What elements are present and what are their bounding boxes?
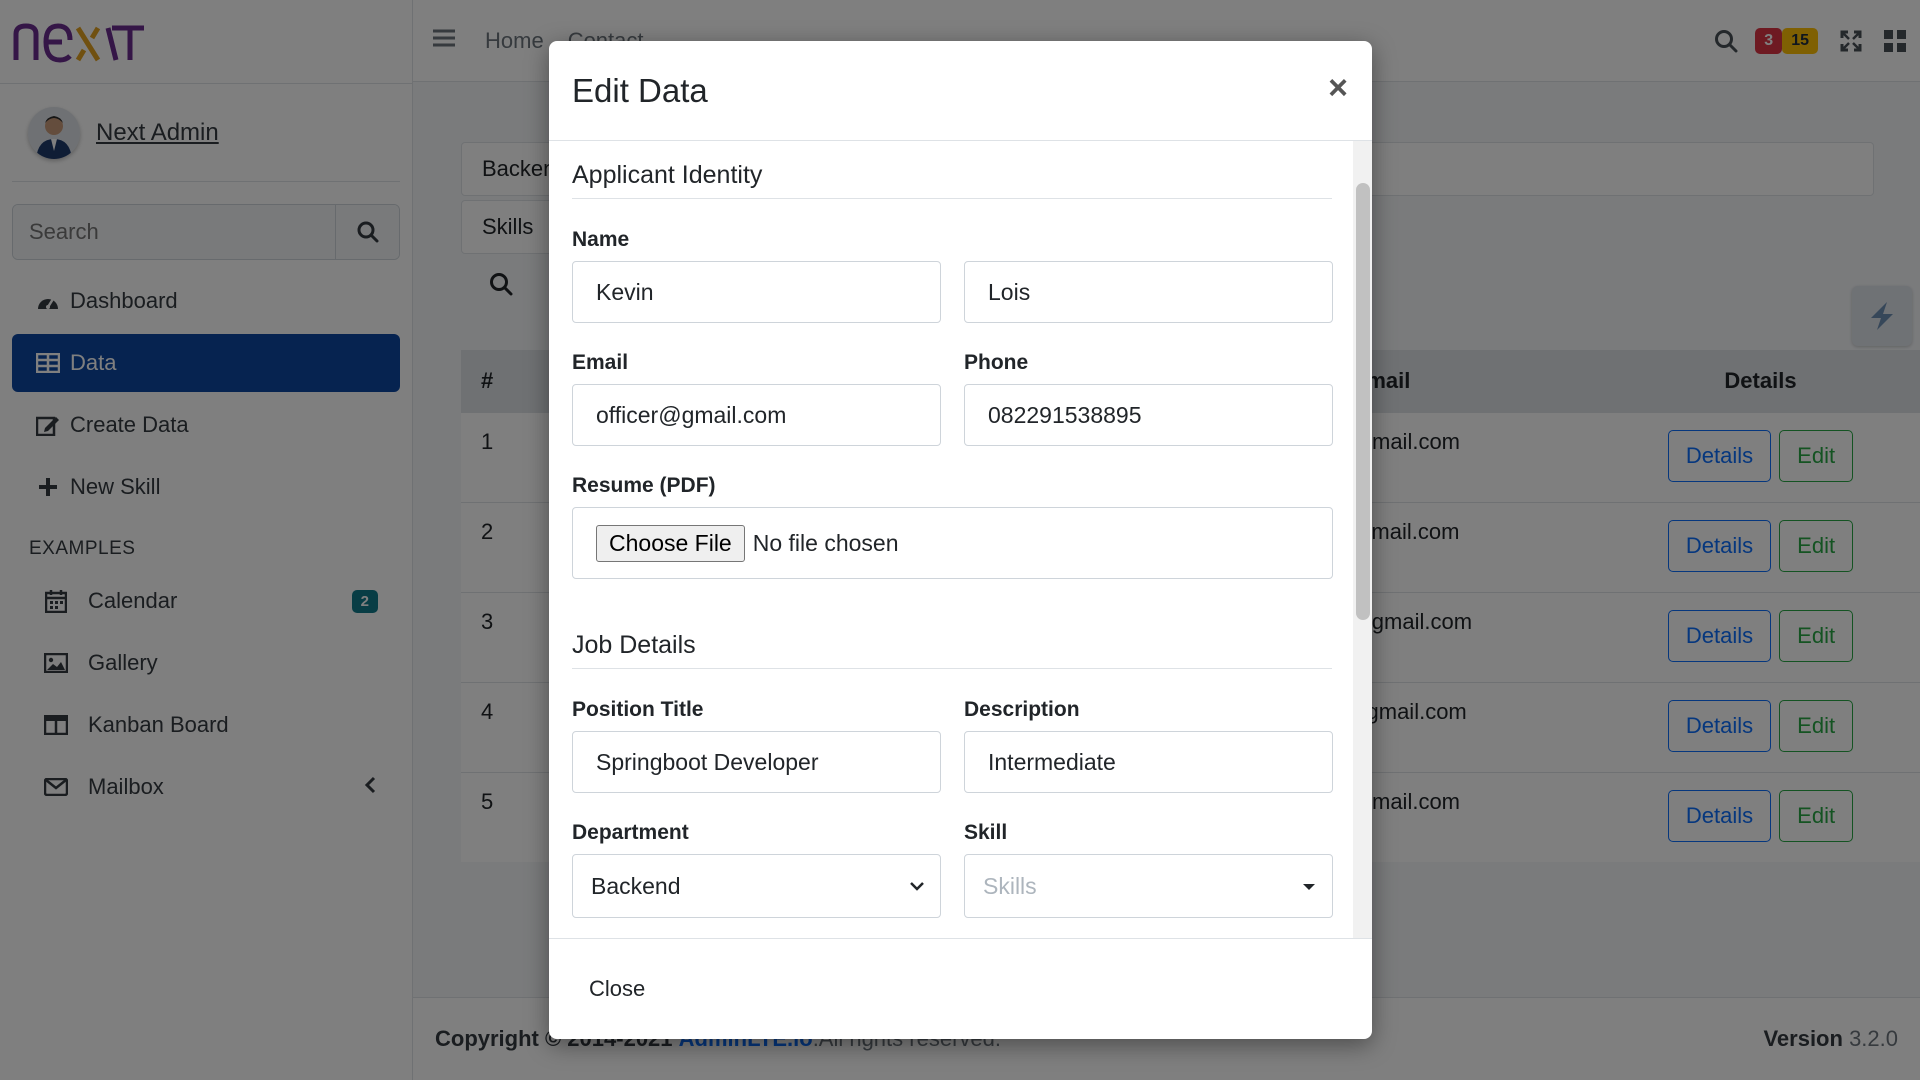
first-name-value: Kevin	[596, 278, 654, 305]
name-label: Name	[572, 228, 630, 251]
last-name-value: Lois	[988, 278, 1031, 305]
section-applicant-identity: Applicant Identity	[572, 161, 1332, 199]
email-label: Email	[572, 351, 629, 374]
department-select[interactable]: Backend	[572, 854, 941, 918]
phone-field[interactable]: 082291538895	[964, 384, 1333, 446]
skill-placeholder: Skills	[983, 872, 1037, 899]
description-label: Description	[964, 698, 1080, 721]
modal-scrollbar-thumb[interactable]	[1356, 183, 1370, 620]
caret-down-icon	[1300, 873, 1318, 907]
phone-value: 082291538895	[988, 401, 1142, 428]
edit-data-modal: Edit Data × Applicant Identity Name Kevi…	[549, 41, 1372, 1039]
phone-label: Phone	[964, 351, 1029, 374]
description-value: Intermediate	[988, 748, 1116, 775]
resume-file-input[interactable]: Choose File No file chosen	[572, 507, 1333, 579]
department-value: Backend	[591, 872, 681, 899]
last-name-field[interactable]: Lois	[964, 261, 1333, 323]
skill-select[interactable]: Skills	[964, 854, 1333, 918]
position-title-field[interactable]: Springboot Developer	[572, 731, 941, 793]
description-field[interactable]: Intermediate	[964, 731, 1333, 793]
resume-label: Resume (PDF)	[572, 474, 716, 497]
position-title-value: Springboot Developer	[596, 748, 819, 775]
choose-file-button[interactable]: Choose File	[596, 524, 745, 562]
modal-title: Edit Data	[572, 71, 708, 109]
first-name-field[interactable]: Kevin	[572, 261, 941, 323]
position-title-label: Position Title	[572, 698, 704, 721]
email-field[interactable]: officer@gmail.com	[572, 384, 941, 446]
modal-body[interactable]: Applicant Identity Name Kevin Lois Email…	[549, 141, 1372, 938]
section-job-details: Job Details	[572, 631, 1332, 669]
no-file-text: No file chosen	[752, 529, 899, 556]
email-value: officer@gmail.com	[596, 401, 787, 428]
chevron-down-icon	[908, 873, 926, 907]
modal-footer: Close	[549, 938, 1372, 1039]
close-icon[interactable]: ×	[1328, 71, 1348, 105]
close-button[interactable]: Close	[589, 976, 645, 1002]
department-label: Department	[572, 821, 689, 844]
skill-label: Skill	[964, 821, 1008, 844]
modal-header: Edit Data ×	[549, 41, 1372, 141]
